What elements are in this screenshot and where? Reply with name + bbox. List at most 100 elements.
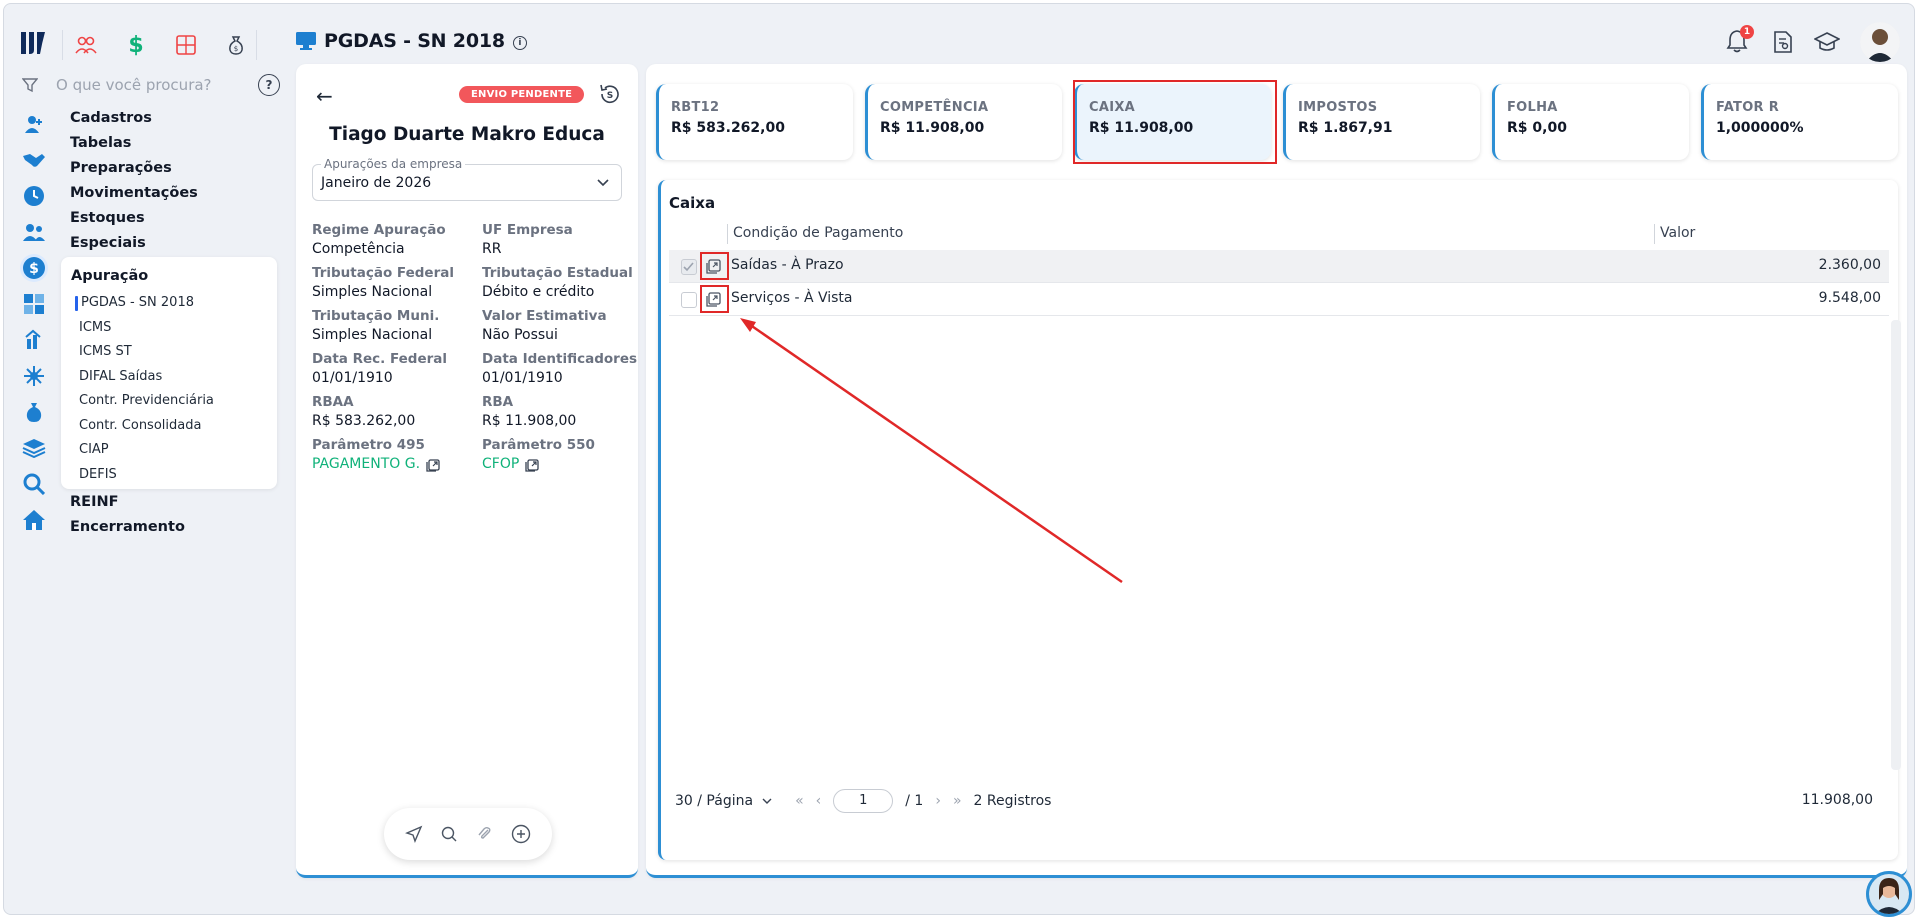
dollar-circle-icon[interactable]: $ (20, 254, 48, 282)
notifications-button[interactable]: 1 (1726, 25, 1754, 55)
layers-icon[interactable] (20, 434, 48, 462)
page-size-select[interactable]: 30 / Página (675, 793, 773, 809)
kpi-label: FATOR R (1716, 100, 1780, 115)
menu-item-preparacoes[interactable]: Preparações (70, 156, 198, 181)
chart-arrow-icon[interactable] (20, 326, 48, 354)
first-page-icon[interactable]: « (795, 793, 804, 809)
search-icon[interactable] (440, 825, 458, 843)
kpi-label: CAIXA (1089, 100, 1136, 115)
paperclip-icon[interactable] (476, 825, 494, 843)
logo-icon[interactable] (18, 28, 48, 58)
page-input[interactable]: 1 (833, 789, 894, 813)
menu-search[interactable]: O que você procura? ? (22, 72, 280, 98)
divider (256, 30, 257, 60)
menu-item-encerramento[interactable]: Encerramento (70, 515, 185, 540)
support-chat-avatar[interactable] (1866, 871, 1912, 917)
info-field: UF Empresa RR (482, 222, 632, 257)
next-page-icon[interactable]: › (935, 793, 941, 809)
kpi-label: FOLHA (1507, 100, 1558, 115)
user-avatar[interactable] (1860, 22, 1900, 62)
kpi-card-fator-r[interactable]: FATOR R 1,000000% (1701, 84, 1898, 160)
previous-page-icon[interactable]: ‹ (816, 793, 822, 809)
users-group-icon[interactable] (20, 218, 48, 246)
table-row[interactable]: Serviços - À Vista 9.548,00 (669, 283, 1889, 316)
page-title: PGDAS - SN 2018 (324, 30, 505, 52)
table-title: Caixa (669, 194, 716, 212)
open-external-icon[interactable] (426, 457, 441, 472)
submenu-item-defis[interactable]: DEFIS (71, 463, 267, 488)
info-field: Regime Apuração Competência (312, 222, 482, 257)
submenu-item-contr-previdenciaria[interactable]: Contr. Previdenciária (71, 389, 267, 414)
kpi-label: COMPETÊNCIA (880, 100, 989, 115)
search-input[interactable]: O que você procura? (56, 76, 212, 94)
add-circle-icon[interactable] (511, 824, 531, 844)
submenu-item-ciap[interactable]: CIAP (71, 438, 267, 463)
table-row[interactable]: Saídas - À Prazo 2.360,00 (669, 250, 1889, 283)
row-checkbox[interactable] (681, 259, 697, 275)
info-label: Tributação Estadual (482, 265, 633, 281)
notification-badge: 1 (1740, 25, 1754, 39)
menu-item-cadastros[interactable]: Cadastros (70, 106, 198, 131)
kpi-card-impostos[interactable]: IMPOSTOS R$ 1.867,91 (1283, 84, 1480, 160)
highlight-box (700, 252, 729, 280)
scrollbar[interactable] (1891, 320, 1901, 770)
dollar-icon[interactable]: $ (122, 31, 150, 59)
submenu-title[interactable]: Apuração (71, 263, 267, 289)
info-label: Data Rec. Federal (312, 351, 448, 367)
graduation-cap-icon[interactable] (1814, 31, 1840, 53)
history-icon[interactable]: S (598, 82, 622, 106)
menu-item-estoques[interactable]: Estoques (70, 206, 198, 231)
clock-icon[interactable] (20, 182, 48, 210)
svg-text:$: $ (234, 45, 238, 53)
info-label: Tributação Federal (312, 265, 454, 281)
info-value: RR (482, 241, 502, 257)
kpi-value: R$ 1.867,91 (1298, 120, 1393, 136)
search-side-icon[interactable] (20, 470, 48, 498)
submenu-item-pgdas[interactable]: PGDAS - SN 2018 (71, 291, 267, 316)
kpi-card-rbt12[interactable]: RBT12 R$ 583.262,00 (656, 84, 853, 160)
money-bag-icon[interactable]: $ (222, 31, 250, 59)
kpi-card-caixa[interactable]: CAIXA R$ 11.908,00 (1073, 80, 1277, 164)
row-checkbox[interactable] (681, 292, 697, 308)
open-external-icon[interactable] (525, 457, 540, 472)
svg-text:S: S (607, 91, 613, 101)
info-field: Tributação Muni. Simples Nacional (312, 308, 482, 343)
chevron-down-icon (597, 179, 609, 187)
last-page-icon[interactable]: » (953, 793, 962, 809)
parametro-495-link[interactable]: PAGAMENTO G. (312, 456, 482, 472)
row-value: 2.360,00 (1818, 257, 1881, 273)
handshake-icon[interactable] (20, 146, 48, 174)
users-icon[interactable] (72, 31, 100, 59)
help-icon[interactable]: ? (258, 74, 280, 96)
info-field: Tributação Estadual Débito e crédito (482, 265, 633, 300)
network-icon[interactable] (20, 362, 48, 390)
submenu-item-contr-consolidada[interactable]: Contr. Consolidada (71, 414, 267, 439)
menu-item-tabelas[interactable]: Tabelas (70, 131, 198, 156)
parametro-550-link[interactable]: CFOP (482, 456, 632, 472)
submenu-item-difal[interactable]: DIFAL Saídas (71, 365, 267, 390)
row-value: 9.548,00 (1818, 290, 1881, 306)
user-plus-icon[interactable] (20, 110, 48, 138)
back-arrow-icon[interactable]: ← (316, 84, 333, 108)
kpi-card-competencia[interactable]: COMPETÊNCIA R$ 11.908,00 (865, 84, 1062, 160)
grid-icon[interactable] (20, 290, 48, 318)
submenu-item-icms[interactable]: ICMS (71, 316, 267, 341)
apuracao-select[interactable]: Apurações da empresa Janeiro de 2026 (312, 157, 622, 201)
info-icon[interactable]: i (512, 35, 527, 50)
kpi-card-folha[interactable]: FOLHA R$ 0,00 (1492, 84, 1689, 160)
column-header-condicao[interactable]: Condição de Pagamento (733, 225, 903, 241)
monitor-icon (296, 32, 316, 50)
company-panel: ← ENVIO PENDENTE S Tiago Duarte Makro Ed… (296, 64, 638, 878)
menu-item-movimentacoes[interactable]: Movimentações (70, 181, 198, 206)
calculator-icon[interactable] (172, 31, 200, 59)
menu-item-reinf[interactable]: REINF (70, 490, 185, 515)
column-header-valor[interactable]: Valor (1660, 225, 1695, 241)
info-label: Data Identificadores (482, 351, 638, 367)
home-icon[interactable] (20, 506, 48, 534)
info-field: RBAA R$ 583.262,00 (312, 394, 482, 429)
menu-item-especiais[interactable]: Especiais (70, 231, 198, 256)
document-search-icon[interactable] (1772, 30, 1794, 54)
send-icon[interactable] (404, 825, 423, 843)
money-bag-side-icon[interactable] (20, 398, 48, 426)
submenu-item-icms-st[interactable]: ICMS ST (71, 340, 267, 365)
